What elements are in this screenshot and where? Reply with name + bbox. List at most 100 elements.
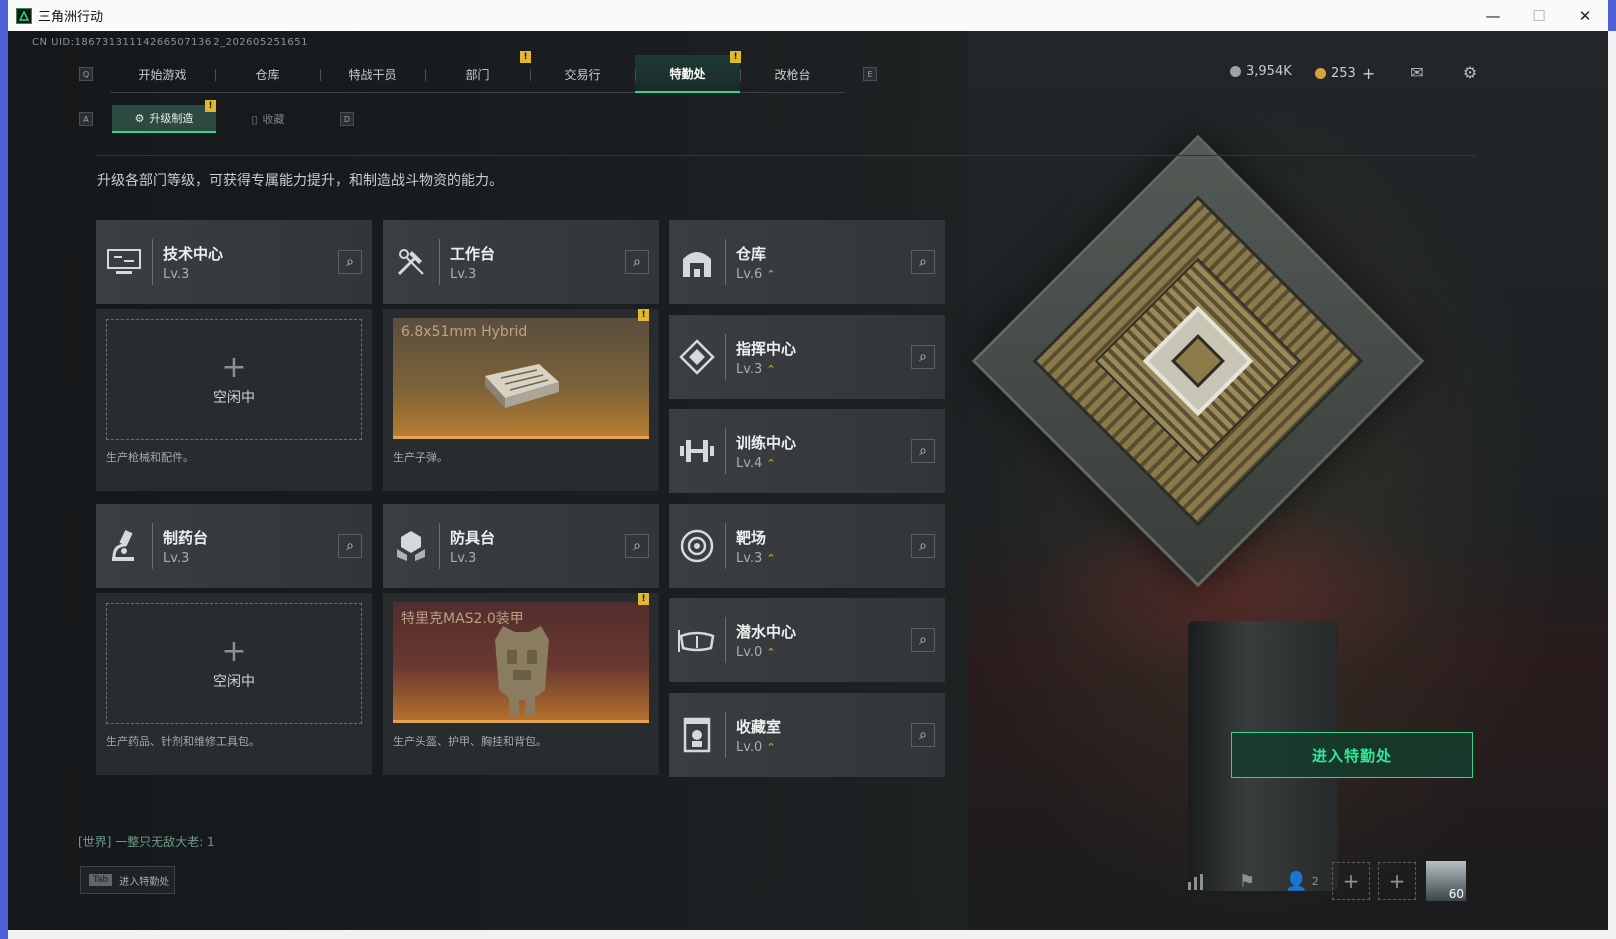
- avatar[interactable]: 60: [1426, 861, 1466, 901]
- tab-gunsmith[interactable]: 改枪台: [740, 55, 845, 93]
- world-chat-line[interactable]: [世界] 一整只无敌大老: 1: [78, 833, 215, 850]
- tab-operators[interactable]: 特战干员: [320, 55, 425, 93]
- magnifier-icon[interactable]: ⌕: [625, 250, 649, 274]
- tab-start-game[interactable]: 开始游戏: [110, 55, 215, 93]
- magnifier-icon[interactable]: ⌕: [911, 534, 935, 558]
- facility-card-command-center[interactable]: 指挥中心 Lv.3 ⌃ ⌕: [669, 315, 945, 399]
- enter-special-ops-button[interactable]: 进入特勤处: [1231, 732, 1473, 778]
- friends-icon[interactable]: 👤 2: [1280, 864, 1324, 898]
- tab-departments[interactable]: 部门: [425, 55, 530, 93]
- facility-card-workbench[interactable]: 工作台 Lv.3 ⌕: [383, 220, 659, 304]
- magnifier-icon[interactable]: ⌕: [625, 534, 649, 558]
- token-amount: 253: [1331, 66, 1356, 81]
- chat-channel: [世界]: [78, 835, 112, 849]
- facility-level: Lv.4: [736, 455, 763, 471]
- tab-special-ops[interactable]: 特勤处: [635, 55, 740, 93]
- close-button[interactable]: ✕: [1562, 0, 1608, 31]
- coin-balance: 3,954K: [1230, 64, 1292, 79]
- magnifier-icon[interactable]: ⌕: [911, 628, 935, 652]
- window-title: 三角洲行动: [38, 10, 104, 25]
- idle-slot[interactable]: + 空闲中: [106, 603, 362, 724]
- target-icon: [669, 504, 725, 588]
- coin-icon: [1230, 66, 1241, 77]
- tab-key-hint[interactable]: Tab 进入特勤处: [80, 866, 175, 894]
- add-slot-button[interactable]: +: [1378, 862, 1416, 900]
- monitor-icon: [96, 220, 152, 304]
- ammo-box-icon: [485, 364, 559, 408]
- tab-warehouse[interactable]: 仓库: [215, 55, 320, 93]
- magnifier-icon[interactable]: ⌕: [911, 723, 935, 747]
- facility-card-shooting-range[interactable]: 靶场 Lv.3 ⌃ ⌕: [669, 504, 945, 588]
- plus-icon: +: [221, 633, 247, 669]
- production-slot-armor[interactable]: 特里克MAS2.0装甲 ! 生产头盔、护甲、胸挂和背包。: [383, 593, 659, 775]
- tab-hint-label: 进入特勤处: [119, 876, 170, 888]
- screen: 三角洲行动 — ☐ ✕ CN UID:18673131114266507136 …: [0, 0, 1616, 939]
- collection-small-icon: ▯: [251, 112, 258, 126]
- facility-level: Lv.3: [163, 266, 190, 282]
- magnifier-icon[interactable]: ⌕: [911, 345, 935, 369]
- facility-card-diving-center[interactable]: 潜水中心 Lv.0 ⌃ ⌕: [669, 598, 945, 682]
- facility-card-armor-bench[interactable]: 防具台 Lv.3 ⌕: [383, 504, 659, 588]
- divider: [96, 155, 1476, 156]
- facility-card-pharmacy[interactable]: 制药台 Lv.3 ⌕: [96, 504, 372, 588]
- dumbbell-icon: [669, 409, 725, 493]
- token-icon: [1315, 68, 1326, 79]
- facility-card-tech-center[interactable]: 技术中心 Lv.3 ⌕: [96, 220, 372, 304]
- facility-name: 技术中心: [163, 244, 224, 263]
- slot-status: 空闲中: [213, 389, 255, 406]
- settings-gear-icon[interactable]: ⚙: [1459, 63, 1481, 82]
- facility-level: Lv.0: [736, 739, 763, 755]
- window-titlebar: 三角洲行动 — ☐ ✕: [8, 0, 1608, 31]
- game-viewport: CN UID:18673131114266507136 2_2026052516…: [8, 31, 1608, 930]
- facility-name: 防具台: [450, 528, 496, 547]
- add-slot-button[interactable]: +: [1332, 862, 1370, 900]
- facility-level: Lv.0: [736, 644, 763, 660]
- flag-icon[interactable]: ⚑: [1230, 864, 1264, 898]
- facility-name: 靶场: [736, 528, 767, 547]
- producing-item-ammo[interactable]: 6.8x51mm Hybrid: [393, 318, 649, 439]
- upgrade-arrow-icon: ⌃: [766, 362, 776, 376]
- subtab-upgrade-craft[interactable]: ⚙ 升级制造: [112, 105, 216, 133]
- bottom-bar: ⚑ 👤 2 + + 60: [1180, 861, 1466, 901]
- tab-trade[interactable]: 交易行: [530, 55, 635, 93]
- slot-caption: 生产药品、针剂和维修工具包。: [106, 735, 260, 748]
- add-tokens-button[interactable]: +: [1362, 64, 1375, 83]
- key-hint-q: Q: [79, 67, 93, 81]
- sub-nav: ⚙ 升级制造 ▯ 收藏: [112, 105, 320, 133]
- facility-level: Lv.3: [450, 266, 477, 282]
- facility-level: Lv.6: [736, 266, 763, 282]
- slot-caption: 生产子弹。: [393, 451, 448, 464]
- collection-icon: [669, 693, 725, 777]
- mail-icon[interactable]: ✉: [1406, 63, 1428, 82]
- magnifier-icon[interactable]: ⌕: [338, 250, 362, 274]
- production-slot-pharmacy[interactable]: + 空闲中 生产药品、针剂和维修工具包。: [96, 593, 372, 775]
- facility-name: 指挥中心: [736, 339, 797, 358]
- production-slot-tech[interactable]: + 空闲中 生产枪械和配件。: [96, 309, 372, 491]
- key-hint-d: D: [340, 112, 354, 126]
- upgrade-arrow-icon: ⌃: [766, 551, 776, 565]
- magnifier-icon[interactable]: ⌕: [338, 534, 362, 558]
- stats-chart-icon[interactable]: [1180, 864, 1214, 898]
- subtab-collection-label: 收藏: [262, 113, 285, 126]
- magnifier-icon[interactable]: ⌕: [911, 439, 935, 463]
- body-armor-icon: [495, 626, 549, 716]
- user-uid: CN UID:18673131114266507136 2_2026052516…: [32, 37, 308, 48]
- facility-card-warehouse[interactable]: 仓库 Lv.6 ⌃ ⌕: [669, 220, 945, 304]
- magnifier-icon[interactable]: ⌕: [911, 250, 935, 274]
- production-slot-workbench[interactable]: 6.8x51mm Hybrid ! 生产子弹。: [383, 309, 659, 491]
- plus-icon: +: [221, 349, 247, 385]
- special-ops-alert-badge: !: [730, 51, 741, 63]
- chat-message: 一整只无敌大老: 1: [115, 835, 215, 849]
- producing-item-armor[interactable]: 特里克MAS2.0装甲: [393, 602, 649, 723]
- idle-slot[interactable]: + 空闲中: [106, 319, 362, 440]
- facility-card-training-center[interactable]: 训练中心 Lv.4 ⌃ ⌕: [669, 409, 945, 493]
- departments-alert-badge: !: [520, 51, 531, 63]
- maximize-button[interactable]: ☐: [1516, 0, 1562, 31]
- minimize-button[interactable]: —: [1470, 0, 1516, 31]
- facility-name: 仓库: [736, 244, 767, 263]
- facility-level: Lv.3: [736, 361, 763, 377]
- subtab-collection[interactable]: ▯ 收藏: [216, 105, 320, 133]
- facility-level: Lv.3: [736, 550, 763, 566]
- facility-card-collection-room[interactable]: 收藏室 Lv.0 ⌃ ⌕: [669, 693, 945, 777]
- workbench-alert-badge: !: [638, 309, 649, 321]
